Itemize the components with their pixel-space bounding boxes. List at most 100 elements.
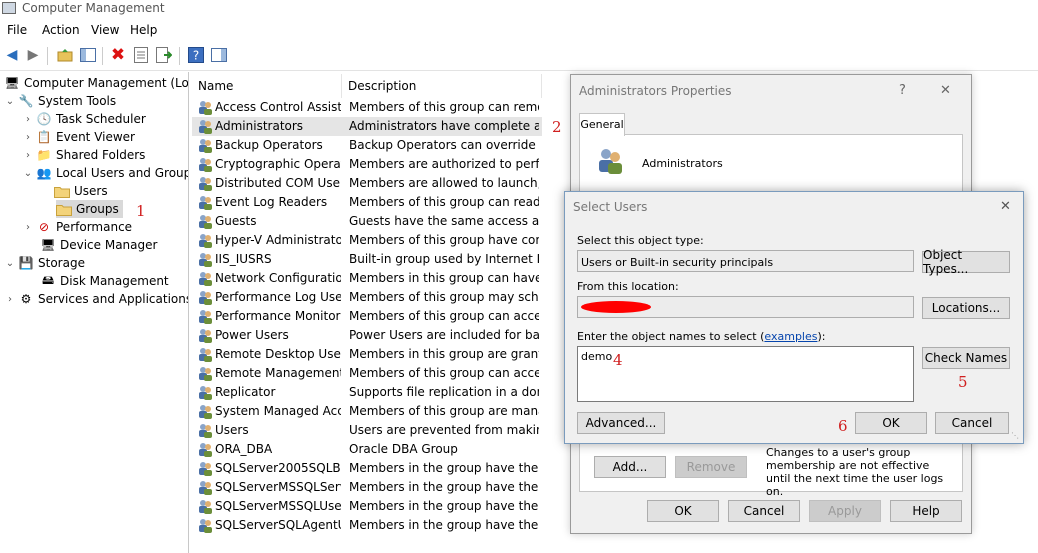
table-row[interactable]: ORA_DBA Oracle DBA Group [192,440,542,459]
object-names-input[interactable]: demo [577,346,914,402]
ok-button[interactable]: OK [647,500,719,522]
tree-node-groups[interactable]: Groups [56,200,123,218]
dialog-title: Select Users [573,200,648,214]
table-row[interactable]: SQLServerMSSQLUser... Members in the grou… [192,497,542,516]
tree-node-task-scheduler[interactable]: › 🕓 Task Scheduler [22,110,146,128]
table-row[interactable]: Hyper-V Administrators Members of this gr… [192,231,542,250]
table-row[interactable]: Performance Log Users Members of this gro… [192,288,542,307]
menu-action[interactable]: Action [42,23,80,37]
chevron-right-icon[interactable]: › [22,132,34,143]
group-icon [197,214,213,229]
tree-node-system-tools[interactable]: ⌄ 🔧 System Tools [4,92,116,110]
forward-arrow-icon[interactable]: ▶ [24,46,42,64]
chevron-down-icon[interactable]: ⌄ [4,96,16,107]
column-header-name[interactable]: Name [192,74,342,98]
menu-file[interactable]: File [7,23,27,37]
table-row[interactable]: SQLServer2005SQLBro... Members in the gro… [192,459,542,478]
add-button[interactable]: Add... [594,456,666,478]
menu-view[interactable]: View [91,23,119,37]
table-row[interactable]: Backup Operators Backup Operators can ove… [192,136,542,155]
table-row[interactable]: System Managed Acc... Members of this gro… [192,402,542,421]
table-row[interactable]: Replicator Supports file replication in a… [192,383,542,402]
cancel-button[interactable]: Cancel [935,412,1009,434]
group-icon [197,195,213,210]
apply-button[interactable]: Apply [809,500,881,522]
ok-button[interactable]: OK [855,412,927,434]
advanced-button[interactable]: Advanced... [577,412,665,434]
chevron-right-icon[interactable]: › [4,294,16,305]
close-icon[interactable]: ✕ [940,83,951,98]
group-icon [197,119,213,134]
window-title-bar: Computer Management [0,0,1038,18]
group-description-cell: Power Users are included for back... [349,328,539,342]
table-row[interactable]: Performance Monitor ... Members of this g… [192,307,542,326]
table-row[interactable]: SQLServerSQLAgentU... Members in the grou… [192,516,542,535]
table-row[interactable]: Users Users are prevented from making ... [192,421,542,440]
table-row[interactable]: Cryptographic Operat Members are authoriz… [192,155,542,174]
group-icon [197,100,213,115]
locations-button[interactable]: Locations... [922,297,1010,319]
tree-node-device-manager[interactable]: 🖥 Device Manager [38,236,157,254]
table-row[interactable]: Remote Desktop Users Members in this grou… [192,345,542,364]
show-action-pane-icon[interactable] [210,46,228,64]
tree-node-shared-folders[interactable]: › 📁 Shared Folders [22,146,145,164]
back-arrow-icon[interactable]: ◀ [3,46,21,64]
group-description-cell: Supports file replication in a dom [349,385,539,399]
chevron-right-icon[interactable]: › [22,150,34,161]
chevron-down-icon[interactable]: ⌄ [4,258,16,269]
tree-node-users[interactable]: Users [52,182,108,200]
table-row[interactable]: Network Configuratio... Members in this g… [192,269,542,288]
chevron-down-icon[interactable]: ⌄ [22,168,34,179]
check-names-button[interactable]: Check Names [922,347,1010,369]
tree-node-disk-management[interactable]: 🖴 Disk Management [38,272,169,290]
group-name-cell: Remote Desktop Users [215,347,341,361]
group-description-cell: Members of this group have com... [349,233,539,247]
group-icon [197,309,213,324]
table-row[interactable]: SQLServerMSSQLServ... Members in the grou… [192,478,542,497]
tree-node-local-users-groups[interactable]: ⌄ 👥 Local Users and Groups [22,164,188,182]
cancel-button[interactable]: Cancel [728,500,800,522]
table-row[interactable]: Administrators Administrators have comple… [192,117,542,136]
examples-link[interactable]: examples [764,330,817,343]
select-users-dialog: Select Users ✕ Select this object type: … [564,191,1024,444]
resize-grip-icon[interactable]: ⋱ [1011,431,1019,440]
table-row[interactable]: Power Users Power Users are included for … [192,326,542,345]
chevron-right-icon[interactable]: › [22,222,34,233]
tree-node-storage[interactable]: ⌄ 💾 Storage [4,254,85,272]
chevron-right-icon[interactable]: › [22,114,34,125]
tab-general[interactable]: General [579,113,625,136]
svg-text:?: ? [193,49,199,63]
table-row[interactable]: Guests Guests have the same access as m..… [192,212,542,231]
menu-bar: File Action View Help [0,20,1038,40]
tree-node-performance[interactable]: › ⊘ Performance [22,218,132,236]
group-name-cell: Replicator [215,385,276,399]
properties-icon[interactable] [132,46,150,64]
users-groups-icon: 👥 [36,166,52,180]
tree-node-services-apps[interactable]: › ⚙ Services and Applications [4,290,188,308]
tree-node-event-viewer[interactable]: › 📋 Event Viewer [22,128,135,146]
object-types-button[interactable]: Object Types... [922,248,1010,276]
help-icon[interactable]: ? [187,46,205,64]
table-row[interactable]: Distributed COM Users Members are allowed… [192,174,542,193]
close-icon[interactable]: ✕ [1000,199,1011,214]
group-name-cell: SQLServerSQLAgentU... [215,518,341,532]
annotation-1: 1 [136,202,146,220]
table-row[interactable]: Access Control Assist... Members of this … [192,98,542,117]
show-hide-console-tree-icon[interactable] [79,46,97,64]
menu-help[interactable]: Help [130,23,157,37]
help-question-icon[interactable]: ? [899,83,906,98]
up-folder-icon[interactable] [56,46,74,64]
delete-icon[interactable]: ✖ [109,45,127,65]
tree-node-computer-management[interactable]: 🖥 Computer Management (Local [2,74,188,92]
export-list-icon[interactable] [155,46,173,64]
remove-button[interactable]: Remove [675,456,747,478]
table-row[interactable]: IIS_IUSRS Built-in group used by Internet… [192,250,542,269]
group-description-cell: Members are authorized to perfo... [349,157,539,171]
table-row[interactable]: Event Log Readers Members of this group c… [192,193,542,212]
group-icon [197,347,213,362]
group-name-cell: Guests [215,214,257,228]
table-row[interactable]: Remote Management... Members of this grou… [192,364,542,383]
column-header-description[interactable]: Description [342,74,542,98]
annotation-2: 2 [552,118,562,136]
help-button[interactable]: Help [890,500,962,522]
